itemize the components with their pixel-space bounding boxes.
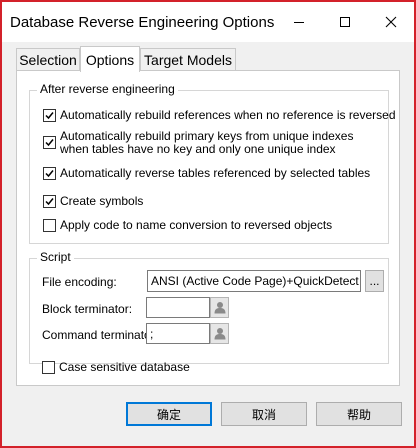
maximize-icon xyxy=(340,17,350,27)
options-tab-panel: After reverse engineering Automatically … xyxy=(16,70,400,386)
option-create-symbols[interactable]: Create symbols xyxy=(43,195,143,208)
ok-button[interactable]: 确定 xyxy=(126,402,212,426)
tab-selection-label: Selection xyxy=(19,51,77,68)
user-icon xyxy=(214,328,225,340)
after-reverse-group: After reverse engineering Automatically … xyxy=(29,82,396,244)
help-button[interactable]: 帮助 xyxy=(316,402,402,426)
maximize-button[interactable] xyxy=(322,2,368,42)
tab-target-models[interactable]: Target Models xyxy=(140,48,236,70)
case-sensitive-label: Case sensitive database xyxy=(59,360,190,374)
browse-encoding-button[interactable]: ... xyxy=(365,270,384,292)
script-group-title: Script xyxy=(37,250,74,264)
cancel-button-label: 取消 xyxy=(251,407,276,422)
ok-button-label: 确定 xyxy=(156,407,181,422)
rebuild-references-checkbox[interactable] xyxy=(43,109,56,122)
user-icon xyxy=(214,302,225,314)
option-name-conversion[interactable]: Apply code to name conversion to reverse… xyxy=(43,219,332,232)
rebuild-primary-keys-checkbox[interactable] xyxy=(43,136,56,149)
file-encoding-value: ANSI (Active Code Page)+QuickDetect xyxy=(151,274,359,288)
window-title: Database Reverse Engineering Options xyxy=(10,14,275,31)
help-button-label: 帮助 xyxy=(346,407,371,422)
checkmark-icon xyxy=(45,198,54,206)
cancel-button[interactable]: 取消 xyxy=(221,402,307,426)
script-group: Script File encoding: ANSI (Active Code … xyxy=(29,250,389,364)
command-terminator-field[interactable]: ; xyxy=(146,323,210,344)
file-encoding-field[interactable]: ANSI (Active Code Page)+QuickDetect xyxy=(147,270,361,292)
command-terminator-label: Command terminator: xyxy=(42,328,159,342)
case-sensitive-checkbox[interactable] xyxy=(42,361,55,374)
create-symbols-checkbox[interactable] xyxy=(43,195,56,208)
tab-options[interactable]: Options xyxy=(80,46,140,72)
tab-selection[interactable]: Selection xyxy=(16,48,80,70)
option-rebuild-references[interactable]: Automatically rebuild references when no… xyxy=(43,109,396,122)
name-conversion-label: Apply code to name conversion to reverse… xyxy=(60,218,333,232)
after-reverse-group-title: After reverse engineering xyxy=(37,82,178,96)
minimize-button[interactable] xyxy=(276,2,322,42)
file-encoding-label: File encoding: xyxy=(42,275,117,289)
tab-options-label: Options xyxy=(85,51,135,68)
option-case-sensitive[interactable]: Case sensitive database xyxy=(42,361,190,374)
minimize-icon xyxy=(294,22,304,23)
dialog-window: Database Reverse Engineering Options Sel… xyxy=(0,0,416,448)
rebuild-references-label: Automatically rebuild references when no… xyxy=(60,108,396,122)
name-conversion-checkbox[interactable] xyxy=(43,219,56,232)
option-reverse-referenced-tables[interactable]: Automatically reverse tables referenced … xyxy=(43,167,370,180)
checkmark-icon xyxy=(45,112,54,120)
close-icon xyxy=(385,16,397,28)
reverse-referenced-tables-label: Automatically reverse tables referenced … xyxy=(60,166,371,180)
option-rebuild-primary-keys[interactable]: Automatically rebuild primary keys from … xyxy=(43,130,380,156)
close-button[interactable] xyxy=(368,2,414,42)
block-terminator-field[interactable] xyxy=(146,297,210,318)
create-symbols-label: Create symbols xyxy=(60,194,144,208)
checkmark-icon xyxy=(45,139,54,147)
command-terminator-user-button[interactable] xyxy=(210,323,229,344)
browse-encoding-label: ... xyxy=(369,274,380,288)
checkmark-icon xyxy=(45,170,54,178)
title-bar[interactable]: Database Reverse Engineering Options xyxy=(2,2,414,42)
block-terminator-user-button[interactable] xyxy=(210,297,229,318)
block-terminator-label: Block terminator: xyxy=(42,302,133,316)
rebuild-primary-keys-label: Automatically rebuild primary keys from … xyxy=(60,129,354,156)
command-terminator-value: ; xyxy=(150,326,154,341)
tab-target-models-label: Target Models xyxy=(144,51,232,68)
reverse-referenced-tables-checkbox[interactable] xyxy=(43,167,56,180)
